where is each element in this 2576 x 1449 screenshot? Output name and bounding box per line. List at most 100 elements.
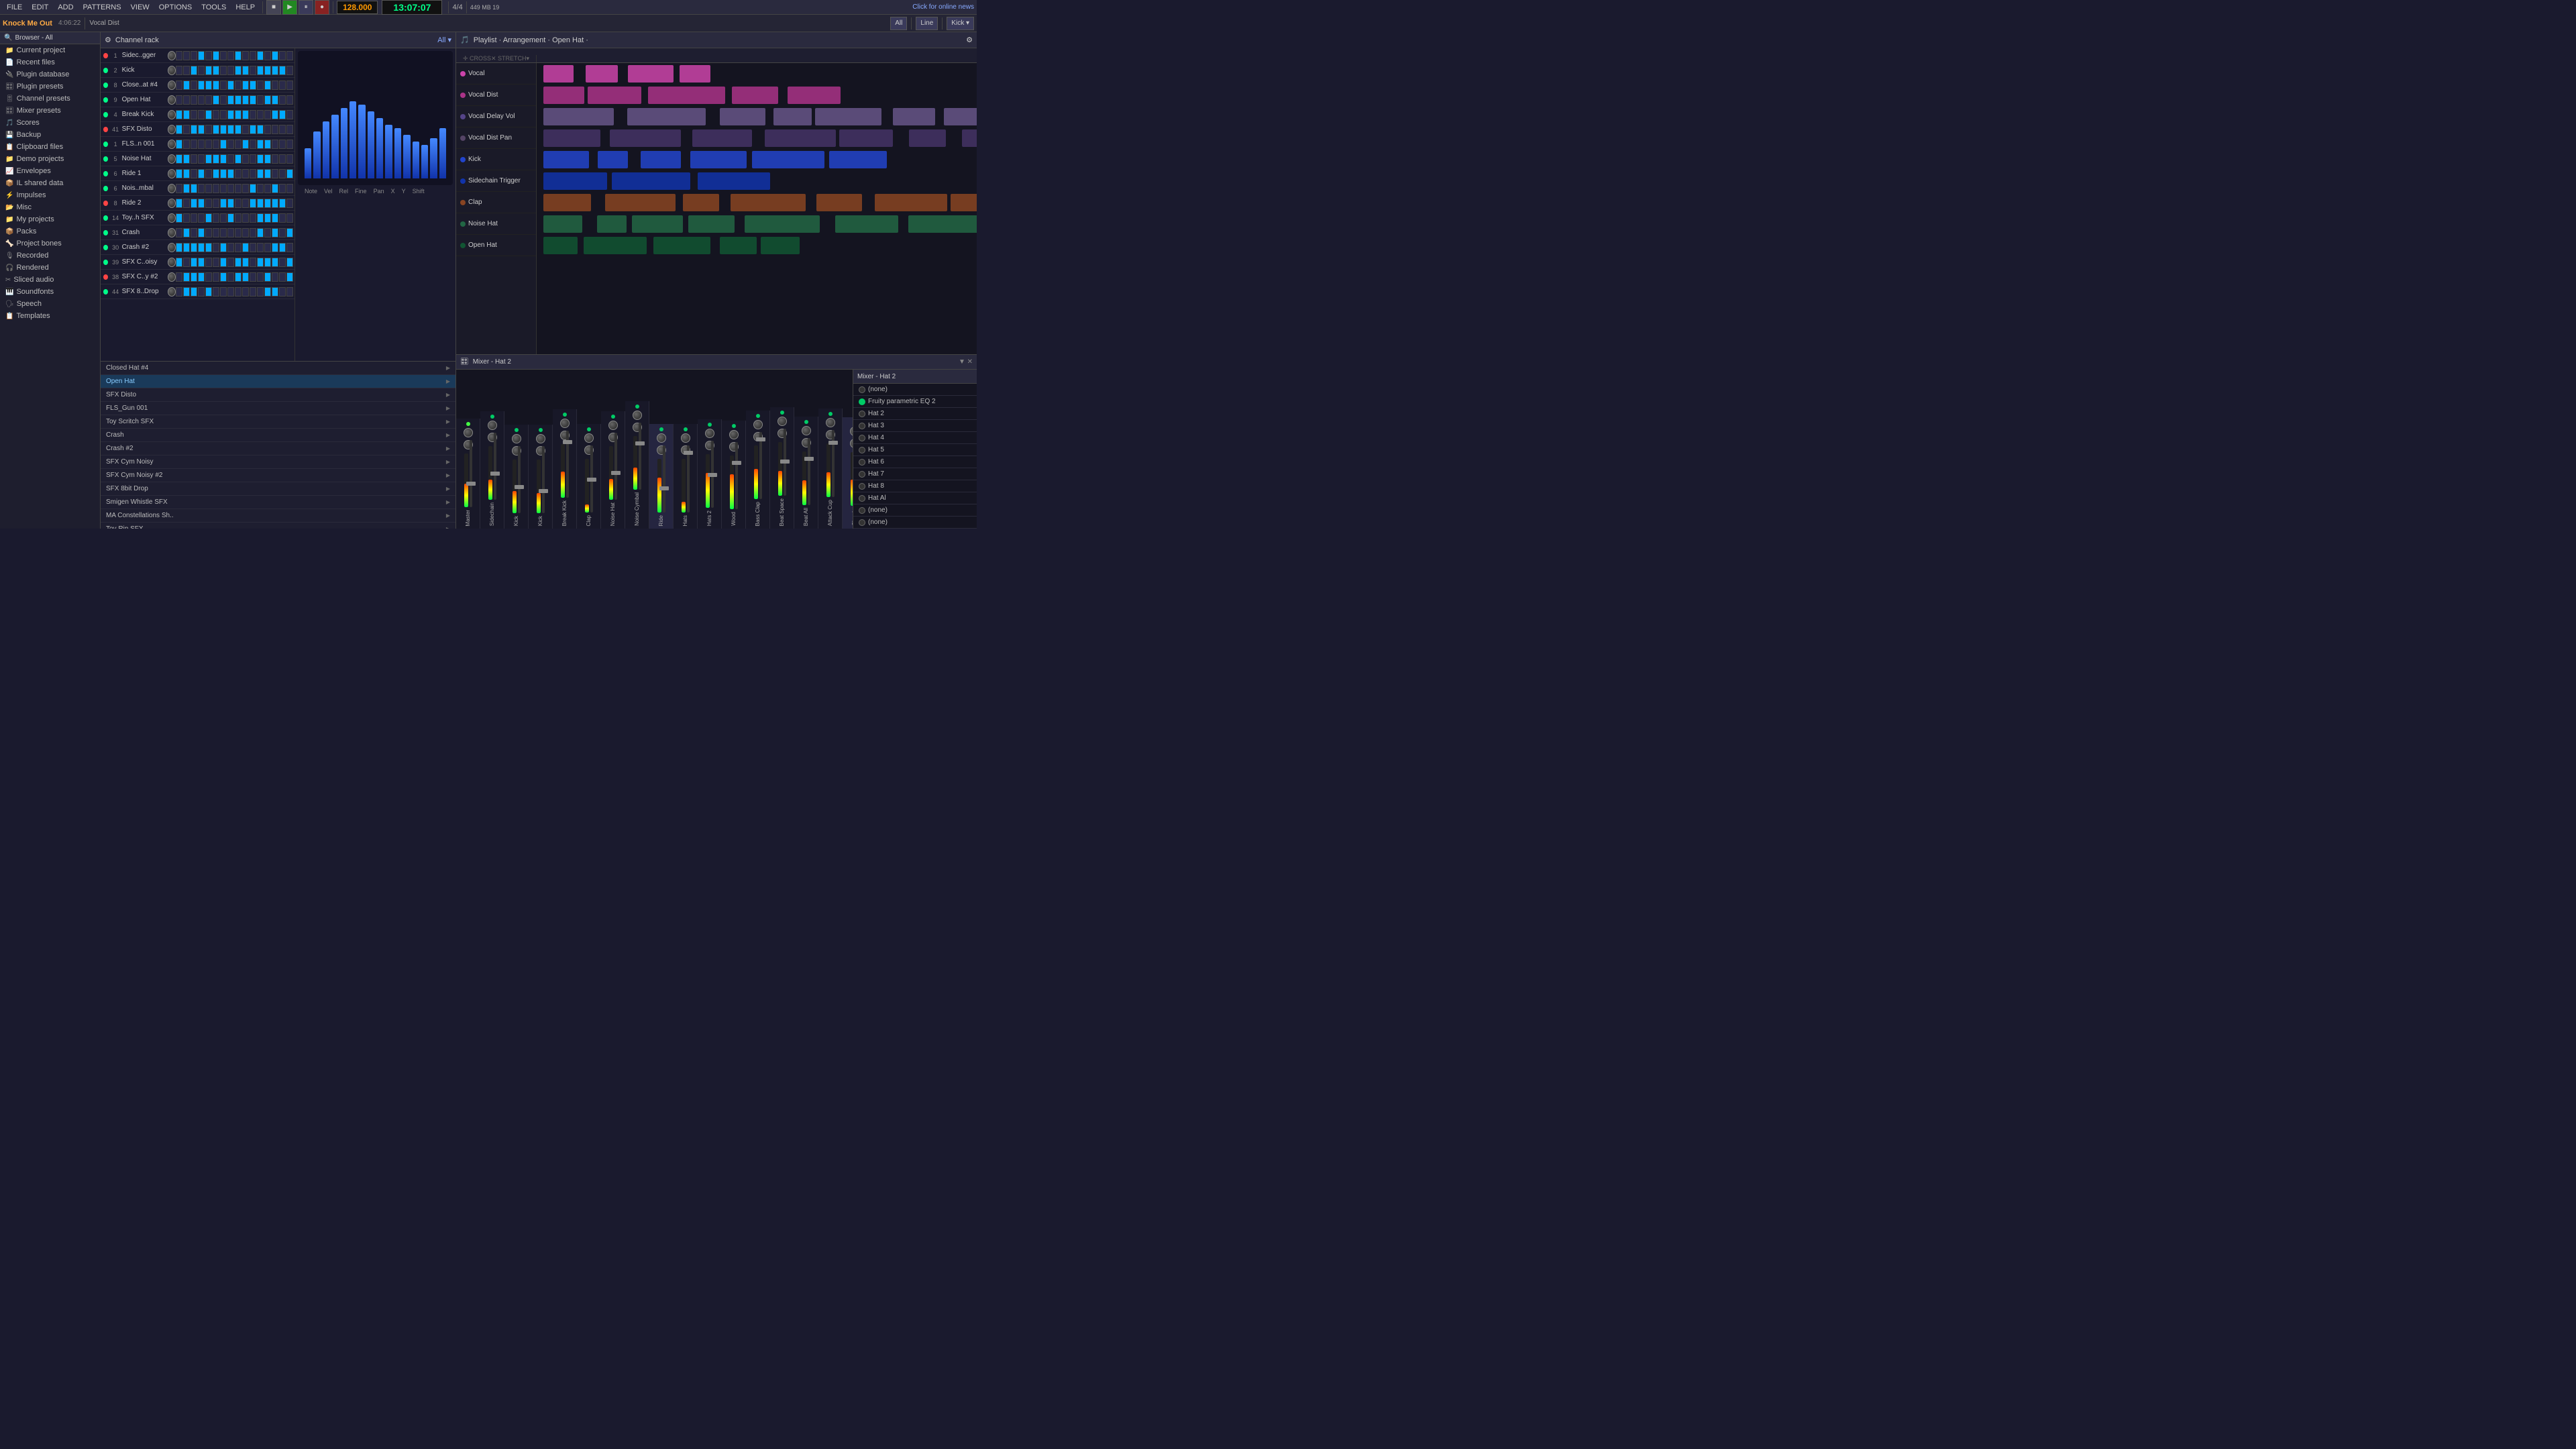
clip-6-0[interactable] <box>543 194 591 211</box>
pad-4-4[interactable] <box>205 110 212 119</box>
mixer-ch-led-1[interactable] <box>490 415 494 419</box>
clip-8-3[interactable] <box>720 237 757 254</box>
mixer-fader-thumb-14[interactable] <box>804 457 814 461</box>
mixer-fader-track-6[interactable] <box>614 433 617 500</box>
pad-2-3[interactable] <box>198 80 205 90</box>
pad-16-13[interactable] <box>272 287 278 297</box>
channel-vol-knob-2[interactable] <box>168 80 176 90</box>
pad-3-6[interactable] <box>220 95 227 105</box>
mixer-fader-thumb-4[interactable] <box>563 440 572 444</box>
clip-3-6[interactable] <box>962 129 977 147</box>
pad-7-12[interactable] <box>264 154 271 164</box>
pad-14-8[interactable] <box>235 258 241 267</box>
pad-8-6[interactable] <box>220 169 227 178</box>
pad-11-13[interactable] <box>272 213 278 223</box>
pad-4-13[interactable] <box>272 110 278 119</box>
mixer-ch-knob-1[interactable] <box>488 421 497 430</box>
pad-14-3[interactable] <box>198 258 205 267</box>
mixer-channel-12[interactable]: Bass Clap <box>746 411 770 529</box>
clip-3-3[interactable] <box>765 129 836 147</box>
pad-14-5[interactable] <box>213 258 219 267</box>
clip-2-4[interactable] <box>815 108 881 125</box>
clip-4-1[interactable] <box>598 151 628 168</box>
step-bar-0[interactable] <box>305 148 311 178</box>
stop-button[interactable]: ■ <box>266 0 281 15</box>
pad-4-7[interactable] <box>227 110 234 119</box>
mixer-channel-14[interactable]: Beat All <box>794 417 818 529</box>
mixer-fader-track-3[interactable] <box>542 446 545 513</box>
clip-8-2[interactable] <box>653 237 710 254</box>
mixer-detail-item-2[interactable]: Hat 2 <box>853 408 977 420</box>
pad-14-4[interactable] <box>205 258 212 267</box>
pad-7-15[interactable] <box>286 154 293 164</box>
dropdown-item-4[interactable]: Toy Scritch SFX ▶ <box>101 415 455 429</box>
pad-0-13[interactable] <box>272 51 278 60</box>
pad-11-11[interactable] <box>257 213 264 223</box>
clip-1-2[interactable] <box>648 87 725 104</box>
pad-2-7[interactable] <box>227 80 234 90</box>
pad-3-3[interactable] <box>198 95 205 105</box>
channel-led-6[interactable] <box>103 142 108 147</box>
pause-button[interactable]: ⏸ <box>299 0 313 15</box>
pad-10-14[interactable] <box>279 199 286 208</box>
mixer-channel-13[interactable]: Beat Space <box>770 407 794 529</box>
pad-11-5[interactable] <box>213 213 219 223</box>
pad-12-11[interactable] <box>257 228 264 237</box>
pad-15-7[interactable] <box>227 272 234 282</box>
mixer-ch-knob-5[interactable] <box>584 433 594 443</box>
online-news[interactable]: Click for online news <box>912 3 974 11</box>
mixer-detail-radio-4[interactable] <box>859 435 865 441</box>
pad-4-2[interactable] <box>191 110 197 119</box>
clip-2-6[interactable] <box>944 108 977 125</box>
pad-6-4[interactable] <box>205 140 212 149</box>
mixer-ch-knob-4[interactable] <box>560 419 570 428</box>
pad-10-7[interactable] <box>227 199 234 208</box>
step-bar-8[interactable] <box>376 118 383 178</box>
pad-14-7[interactable] <box>227 258 234 267</box>
channel-led-12[interactable] <box>103 230 108 235</box>
pad-9-7[interactable] <box>227 184 234 193</box>
pad-16-5[interactable] <box>213 287 219 297</box>
pad-8-10[interactable] <box>250 169 256 178</box>
mixer-fader-track-9[interactable] <box>687 445 690 513</box>
pad-5-14[interactable] <box>279 125 286 134</box>
clip-7-2[interactable] <box>632 215 683 233</box>
channel-led-11[interactable] <box>103 215 108 221</box>
menu-tools[interactable]: TOOLS <box>197 2 230 13</box>
pad-13-8[interactable] <box>235 243 241 252</box>
pad-13-15[interactable] <box>286 243 293 252</box>
mixer-fader-thumb-2[interactable] <box>515 485 524 489</box>
track-name-5[interactable]: Sidechain Trigger <box>456 170 536 192</box>
sidebar-item-il-shared-data[interactable]: 📦IL shared data <box>0 177 100 189</box>
pad-7-10[interactable] <box>250 154 256 164</box>
mixer-ch-knob-7[interactable] <box>633 411 642 420</box>
pad-1-3[interactable] <box>198 66 205 75</box>
pad-9-0[interactable] <box>176 184 182 193</box>
track-name-1[interactable]: Vocal Dist <box>456 85 536 106</box>
pad-0-4[interactable] <box>205 51 212 60</box>
pad-0-2[interactable] <box>191 51 197 60</box>
channel-row-14[interactable]: 39 SFX C..oisy <box>101 255 294 270</box>
pad-15-4[interactable] <box>205 272 212 282</box>
pad-9-6[interactable] <box>220 184 227 193</box>
mixer-fader-thumb-7[interactable] <box>635 441 645 445</box>
pad-3-1[interactable] <box>183 95 190 105</box>
mixer-ch-led-8[interactable] <box>659 427 663 431</box>
playlist-settings-icon[interactable]: ⚙ <box>966 36 973 44</box>
pad-8-5[interactable] <box>213 169 219 178</box>
track-name-6[interactable]: Clap <box>456 192 536 213</box>
mixer-detail-radio-8[interactable] <box>859 483 865 490</box>
pad-2-15[interactable] <box>286 80 293 90</box>
sidebar-item-impulses[interactable]: ⚡Impulses <box>0 189 100 201</box>
pad-13-13[interactable] <box>272 243 278 252</box>
pad-11-2[interactable] <box>191 213 197 223</box>
pad-0-1[interactable] <box>183 51 190 60</box>
pad-13-5[interactable] <box>213 243 219 252</box>
dropdown-item-12[interactable]: Toy Rip SFX ▶ <box>101 523 455 529</box>
mixer-fader-thumb-9[interactable] <box>684 451 693 455</box>
clip-2-5[interactable] <box>893 108 935 125</box>
mixer-fader-thumb-11[interactable] <box>732 461 741 465</box>
mixer-ch-led-7[interactable] <box>635 405 639 409</box>
play-button[interactable]: ▶ <box>282 0 297 15</box>
channel-led-15[interactable] <box>103 274 108 280</box>
